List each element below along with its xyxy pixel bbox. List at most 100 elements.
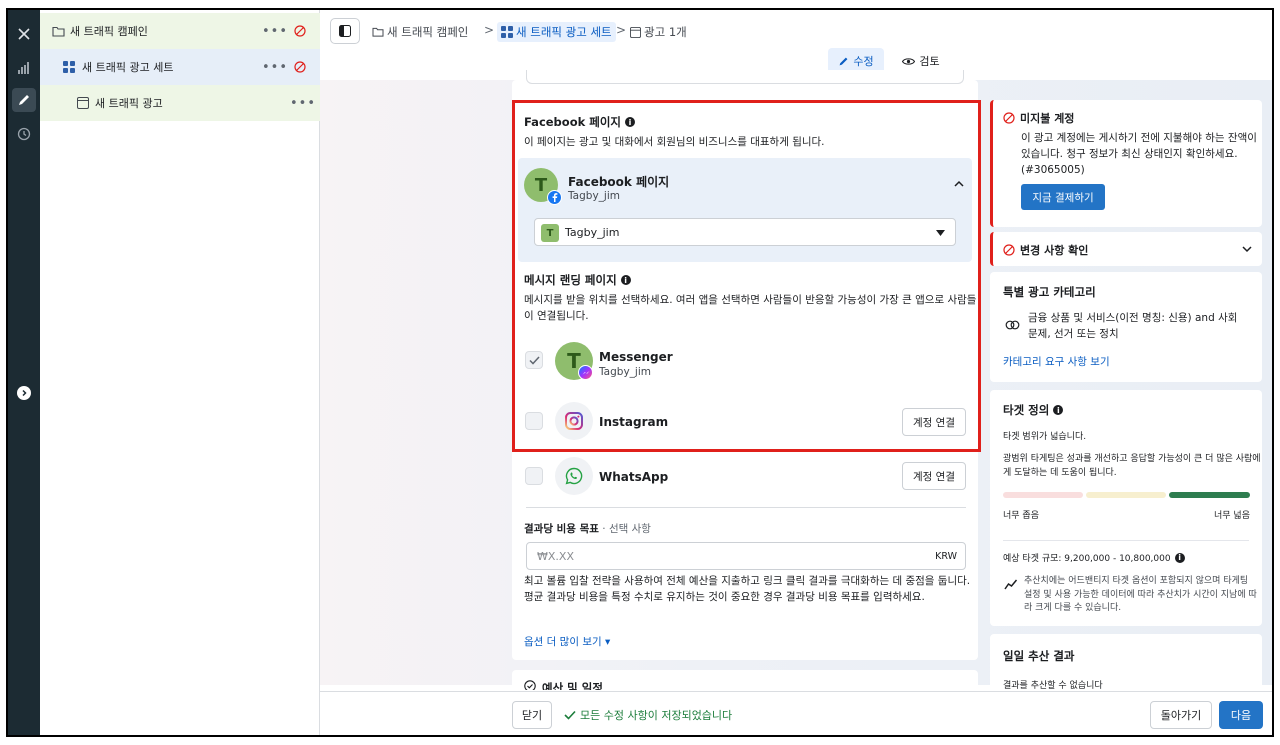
grid-icon — [63, 61, 75, 73]
breadcrumb-separator: > — [616, 23, 626, 37]
budget-schedule-title: 예산 및 일정 — [542, 680, 603, 690]
folder-icon — [372, 27, 384, 37]
daily-results-sub: 결과를 추산할 수 없습니다 — [1003, 678, 1103, 691]
daily-results-card: 일일 추산 결과 결과를 추산할 수 없습니다 — [990, 634, 1262, 694]
meter-wide-segment — [1169, 492, 1250, 498]
rings-icon — [1005, 320, 1020, 330]
edit-mode-label: 수정 — [853, 53, 873, 69]
special-category-line1: 금융 상품 및 서비스(이전 명칭: 신용) and 사회 — [1028, 310, 1237, 326]
ad-icon — [77, 97, 89, 109]
tree-item-campaign[interactable]: 새 트래픽 캠페인 ••• — [40, 13, 320, 49]
audience-desc-line2: 게 도달하는 데 도움이 됩니다. — [1003, 466, 1117, 480]
chevron-down-icon[interactable] — [1242, 246, 1252, 253]
more-options-link[interactable]: 옵션 더 많이 보기 ▾ — [524, 634, 610, 649]
breadcrumb-label: 광고 1개 — [644, 24, 687, 40]
trend-icon — [1004, 578, 1018, 590]
eye-icon — [902, 57, 915, 66]
currency-label: KRW — [935, 551, 957, 562]
special-category-line2: 문제, 선거 또는 정치 — [1028, 326, 1119, 342]
breadcrumb-ad[interactable]: 광고 1개 — [630, 22, 687, 42]
daily-results-title: 일일 추산 결과 — [1003, 648, 1075, 664]
breadcrumb-campaign[interactable]: 새 트래픽 캠페인 — [372, 22, 468, 42]
meter-narrow-segment — [1003, 492, 1083, 498]
tree-item-label: 새 트래픽 광고 — [95, 95, 163, 111]
more-icon[interactable]: ••• — [290, 96, 316, 111]
info-icon[interactable]: i — [1175, 553, 1185, 563]
campaign-tree: 새 트래픽 캠페인 ••• 새 트래픽 광고 세트 ••• 새 트래픽 광고 •… — [40, 10, 320, 735]
whatsapp-connect-button[interactable]: 계정 연결 — [902, 462, 966, 490]
special-ad-category-card: 특별 광고 카테고리 금융 상품 및 서비스(이전 명칭: 신용) and 사회… — [990, 272, 1262, 382]
previous-field-edge — [526, 70, 964, 84]
cost-goal-label: 결과당 비용 목표 — [524, 523, 599, 535]
estimate-note-line3: 라 크게 다를 수 있습니다. — [1024, 602, 1121, 616]
review-mode-label: 검토 — [919, 53, 939, 69]
chevron-right-icon[interactable] — [17, 386, 31, 400]
audience-desc-line1: 광범위 타게팅은 성과를 개선하고 응답할 가능성이 큰 더 많은 사람에 — [1003, 452, 1261, 466]
pay-now-button[interactable]: 지금 결제하기 — [1021, 184, 1105, 210]
audience-title: 타겟 정의 — [1003, 402, 1049, 418]
cost-help-line2: 평균 결과당 비용을 특정 수치로 유지하는 것이 중요한 경우 결과당 비용 … — [524, 589, 925, 605]
review-changes-title: 변경 사항 확인 — [1020, 242, 1088, 258]
meter-wide-label: 너무 넓음 — [1214, 508, 1250, 521]
tree-item-ad[interactable]: 새 트래픽 광고 ••• — [40, 85, 320, 121]
audience-heading: 타겟 정의 i — [1003, 402, 1063, 418]
panel-toggle-icon[interactable] — [330, 18, 360, 44]
pencil-icon — [838, 56, 849, 67]
close-icon[interactable] — [12, 22, 36, 46]
ad-icon — [630, 27, 641, 38]
footer-bar: 닫기 모든 수정 사항이 저장되었습니다 돌아가기 다음 — [320, 691, 1272, 737]
audience-estimate: 예상 타겟 규모: 9,200,000 - 10,800,000 i — [1003, 551, 1185, 564]
close-button[interactable]: 닫기 — [512, 701, 552, 729]
whatsapp-icon — [555, 457, 593, 495]
more-icon[interactable]: ••• — [262, 24, 288, 39]
highlight-box — [512, 100, 981, 452]
tree-item-adset[interactable]: 새 트래픽 광고 세트 ••• — [40, 49, 320, 85]
ban-icon — [1003, 244, 1015, 256]
app-window: 새 트래픽 캠페인 ••• 새 트래픽 광고 세트 ••• 새 트래픽 광고 •… — [6, 8, 1274, 737]
unpaid-title: 미지불 계정 — [1020, 110, 1074, 126]
cost-help-line1: 최고 볼륨 입찰 전략을 사용하여 전체 예산을 지출하고 링크 클릭 결과를 … — [524, 573, 970, 589]
ban-icon — [294, 61, 306, 73]
whatsapp-label: WhatsApp — [599, 470, 668, 484]
unpaid-line3: (#3065005) — [1021, 162, 1085, 178]
left-rail — [8, 10, 40, 735]
divider — [1003, 540, 1249, 541]
next-button[interactable]: 다음 — [1219, 701, 1263, 729]
whatsapp-checkbox[interactable] — [525, 467, 543, 485]
pencil-icon[interactable] — [12, 88, 36, 112]
check-circle-icon — [524, 680, 536, 690]
more-icon[interactable]: ••• — [262, 60, 288, 75]
estimate-note-line2: 설정 및 사용 가능한 데이터에 따라 추산치가 시간이 지남에 따 — [1024, 589, 1257, 603]
ban-icon — [1003, 112, 1015, 124]
grid-icon — [501, 26, 513, 38]
cost-goal-optional: · 선택 사항 — [599, 523, 651, 535]
meter-narrow-label: 너무 좁음 — [1003, 508, 1039, 521]
folder-icon — [52, 26, 65, 37]
category-requirements-link[interactable]: 카테고리 요구 사항 보기 — [1003, 354, 1110, 369]
clock-icon[interactable] — [12, 122, 36, 146]
tree-item-label: 새 트래픽 광고 세트 — [82, 59, 173, 75]
breadcrumb-label: 새 트래픽 광고 세트 — [516, 24, 612, 40]
audience-definition-card: 타겟 정의 i 타겟 범위가 넓습니다. 광범위 타게팅은 성과를 개선하고 응… — [990, 390, 1262, 626]
audience-estimate-text: 예상 타겟 규모: 9,200,000 - 10,800,000 — [1003, 551, 1171, 564]
special-category-title: 특별 광고 카테고리 — [1003, 284, 1096, 300]
audience-broad-text: 타겟 범위가 넓습니다. — [1003, 429, 1086, 442]
tree-item-label: 새 트래픽 캠페인 — [70, 23, 148, 39]
estimate-note-line1: 추산치에는 어드밴티지 타겟 옵션이 포함되지 않으며 타게팅 — [1024, 575, 1248, 589]
breadcrumb-adset[interactable]: 새 트래픽 광고 세트 — [497, 22, 616, 42]
review-changes-heading: 변경 사항 확인 — [1003, 242, 1088, 258]
unpaid-line2: 있습니다. 청구 정보가 최신 상태인지 확인하세요. — [1021, 146, 1238, 162]
breadcrumb-separator: > — [484, 23, 494, 37]
back-button[interactable]: 돌아가기 — [1150, 701, 1212, 729]
review-changes-card[interactable]: 변경 사항 확인 — [990, 232, 1262, 266]
saved-status-text: 모든 수정 사항이 저장되었습니다 — [580, 707, 732, 723]
unpaid-account-card: 미지불 계정 이 광고 계정에는 게시하기 전에 지불해야 하는 잔액이 있습니… — [990, 100, 1262, 227]
divider — [526, 507, 966, 508]
info-icon[interactable]: i — [1053, 405, 1063, 415]
cost-goal-placeholder: ₩X.XX — [537, 550, 574, 563]
check-icon — [564, 710, 576, 720]
chart-icon[interactable] — [12, 56, 36, 80]
unpaid-line1: 이 광고 계정에는 게시하기 전에 지불해야 하는 잔액이 — [1021, 130, 1257, 146]
breadcrumb-label: 새 트래픽 캠페인 — [387, 24, 468, 40]
cost-goal-input[interactable]: ₩X.XX KRW — [526, 542, 966, 570]
